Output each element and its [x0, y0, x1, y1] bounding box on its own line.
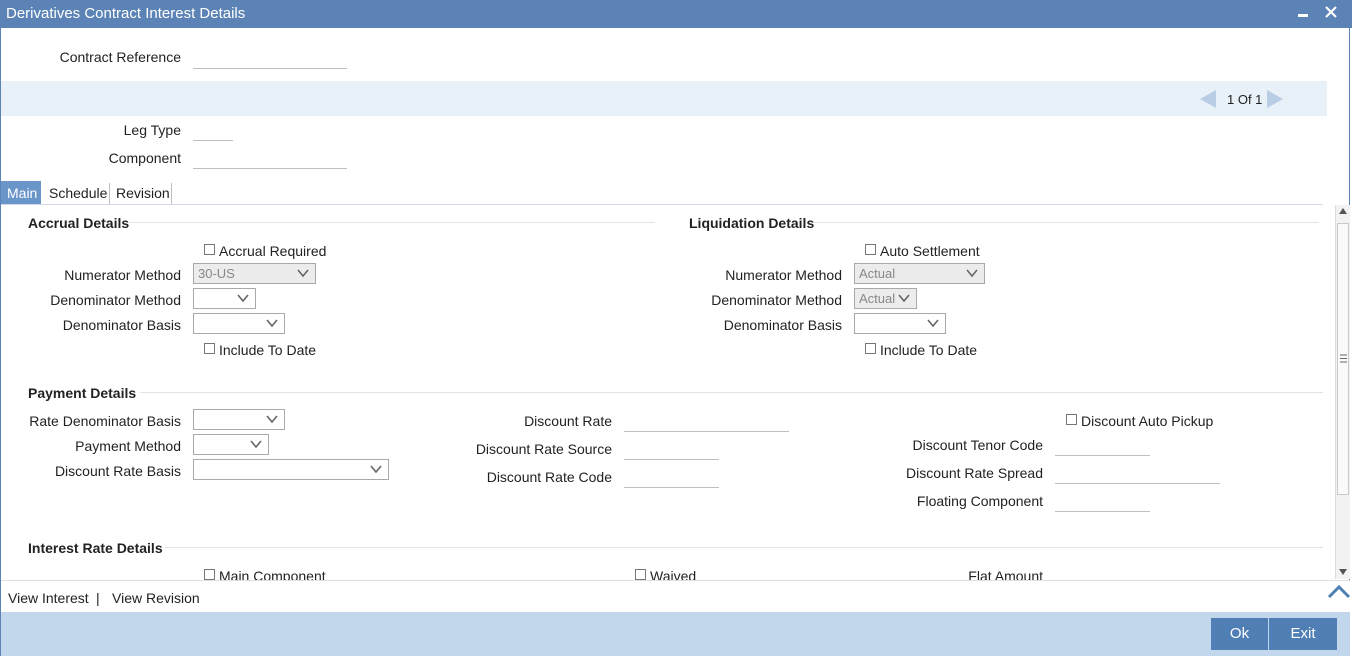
chevron-down-icon	[237, 294, 249, 303]
discount-auto-pickup-checkbox[interactable]	[1066, 414, 1077, 425]
discount-rate-basis-label: Discount Rate Basis	[54, 463, 181, 479]
next-record-icon[interactable]	[1265, 89, 1285, 109]
chevron-up-icon[interactable]	[1327, 583, 1351, 599]
liquidation-numerator-method-label: Numerator Method	[725, 267, 842, 283]
window-title: Derivatives Contract Interest Details	[6, 5, 246, 22]
chevron-down-icon	[266, 319, 278, 328]
accrual-include-to-date-checkbox[interactable]	[204, 343, 215, 354]
minimize-icon[interactable]	[1292, 2, 1314, 24]
payment-method-select[interactable]	[193, 434, 269, 455]
accrual-denominator-basis-select[interactable]	[193, 313, 285, 334]
leg-type-input[interactable]	[193, 122, 233, 141]
accrual-denominator-method-label: Denominator Method	[50, 292, 181, 308]
section-divider	[130, 222, 655, 223]
liquidation-details-heading: Liquidation Details	[689, 215, 815, 231]
interest-rate-details-heading: Interest Rate Details	[28, 540, 163, 556]
liquidation-denominator-method-value: Actual	[859, 291, 896, 306]
component-label: Component	[108, 150, 181, 166]
section-divider	[814, 222, 1319, 223]
pager-text: 1 Of 1	[1227, 92, 1263, 107]
discount-tenor-code-input[interactable]	[1055, 437, 1150, 456]
scroll-down-icon[interactable]	[1338, 567, 1348, 577]
close-icon[interactable]	[1320, 2, 1342, 24]
vertical-scrollbar[interactable]	[1335, 205, 1350, 579]
discount-rate-spread-label: Discount Rate Spread	[906, 465, 1043, 481]
accrual-numerator-method-label: Numerator Method	[64, 267, 181, 283]
previous-record-icon[interactable]	[1198, 89, 1218, 109]
accrual-include-to-date-label: Include To Date	[219, 342, 317, 358]
scroll-up-icon[interactable]	[1338, 206, 1348, 216]
tab-separator	[171, 183, 172, 204]
rate-denominator-basis-select[interactable]	[193, 409, 285, 430]
view-interest-link[interactable]: View Interest	[8, 590, 89, 606]
accrual-details-heading: Accrual Details	[28, 215, 130, 231]
liquidation-denominator-method-label: Denominator Method	[711, 292, 842, 308]
contract-reference-input[interactable]	[193, 50, 347, 69]
floating-component-input[interactable]	[1055, 493, 1150, 512]
discount-rate-code-label: Discount Rate Code	[486, 469, 612, 485]
scrollbar-thumb[interactable]	[1337, 223, 1349, 495]
chevron-down-icon	[297, 269, 309, 278]
liquidation-denominator-basis-select[interactable]	[854, 313, 946, 334]
grip-icon	[1340, 354, 1347, 363]
tab-main[interactable]: Main	[1, 181, 41, 205]
chevron-down-icon	[966, 269, 978, 278]
accrual-denominator-method-select[interactable]	[193, 288, 256, 309]
rate-denominator-basis-label: Rate Denominator Basis	[29, 413, 181, 429]
exit-button[interactable]: Exit	[1269, 618, 1337, 650]
contract-reference-label: Contract Reference	[59, 49, 181, 65]
section-divider	[165, 547, 1323, 548]
chevron-down-icon	[370, 465, 382, 474]
discount-rate-code-input[interactable]	[624, 469, 719, 488]
floating-component-label: Floating Component	[916, 493, 1043, 509]
accrual-denominator-basis-label: Denominator Basis	[62, 317, 181, 333]
liquidation-numerator-method-value: Actual	[859, 266, 896, 281]
auto-settlement-label: Auto Settlement	[880, 243, 980, 259]
accrual-required-label: Accrual Required	[219, 243, 327, 259]
discount-tenor-code-label: Discount Tenor Code	[912, 437, 1043, 453]
chevron-down-icon	[927, 319, 939, 328]
ok-button[interactable]: Ok	[1211, 618, 1268, 650]
accrual-numerator-method-select[interactable]: 30-US	[193, 263, 316, 284]
chevron-down-icon	[898, 294, 910, 303]
discount-rate-label: Discount Rate	[524, 413, 612, 429]
view-revision-link[interactable]: View Revision	[112, 590, 200, 606]
tab-underline	[1, 204, 1323, 205]
liquidation-denominator-basis-label: Denominator Basis	[723, 317, 842, 333]
accrual-numerator-method-value: 30-US	[198, 266, 235, 281]
main-component-checkbox[interactable]	[204, 569, 215, 580]
section-divider	[140, 392, 1323, 393]
tab-revision[interactable]: Revision	[110, 181, 171, 205]
chevron-down-icon	[250, 440, 262, 449]
liquidation-include-to-date-checkbox[interactable]	[865, 343, 876, 354]
tab-schedule[interactable]: Schedule	[43, 181, 109, 205]
auto-settlement-checkbox[interactable]	[865, 244, 876, 255]
window-title-bar: Derivatives Contract Interest Details	[0, 0, 1352, 28]
waived-checkbox[interactable]	[635, 569, 646, 580]
discount-rate-source-label: Discount Rate Source	[475, 441, 612, 457]
chevron-down-icon	[266, 415, 278, 424]
payment-details-heading: Payment Details	[28, 385, 137, 401]
footer-link-separator: |	[96, 590, 100, 606]
discount-rate-spread-input[interactable]	[1055, 465, 1220, 484]
component-input[interactable]	[193, 150, 347, 169]
discount-rate-basis-select[interactable]	[193, 459, 389, 480]
accrual-required-checkbox[interactable]	[204, 244, 215, 255]
liquidation-include-to-date-label: Include To Date	[880, 342, 978, 358]
action-bar	[1, 612, 1350, 656]
liquidation-numerator-method-select[interactable]: Actual	[854, 263, 985, 284]
discount-rate-input[interactable]	[624, 413, 789, 432]
footer-links-bar	[1, 580, 1350, 612]
leg-type-label: Leg Type	[123, 122, 181, 138]
pager-bar	[1, 81, 1327, 116]
discount-rate-source-input[interactable]	[624, 441, 719, 460]
payment-method-label: Payment Method	[75, 438, 181, 454]
discount-auto-pickup-label: Discount Auto Pickup	[1081, 413, 1214, 429]
liquidation-denominator-method-select[interactable]: Actual	[854, 288, 917, 309]
